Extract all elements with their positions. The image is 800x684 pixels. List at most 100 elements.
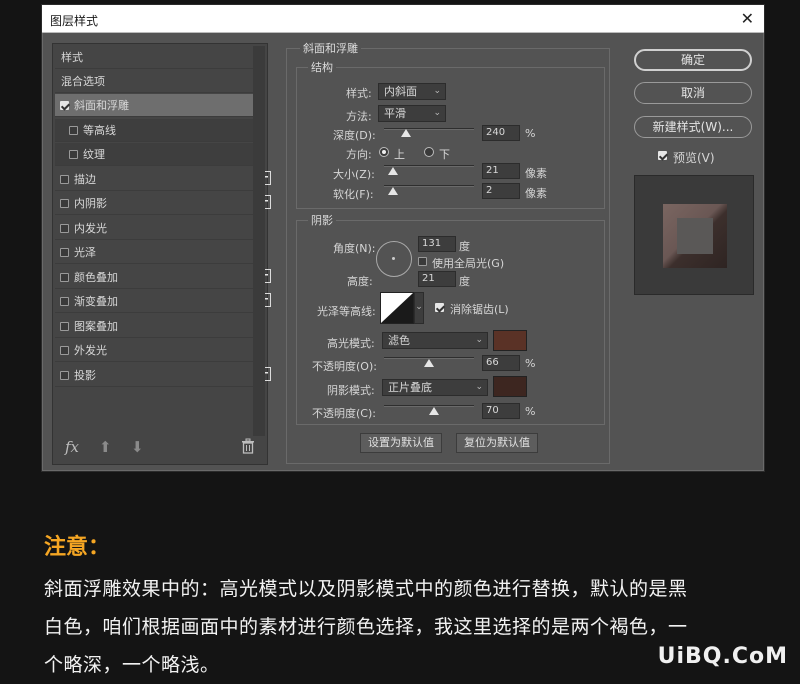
style-item-checkbox[interactable]	[60, 101, 69, 110]
preview-label: 预览(V)	[673, 151, 715, 165]
fx-icon[interactable]: fx	[65, 438, 79, 456]
style-item-checkbox[interactable]	[60, 370, 69, 380]
set-default-button[interactable]: 设置为默认值	[360, 433, 442, 453]
direction-down-label: 下	[439, 148, 450, 161]
direction-up-radio[interactable]	[379, 147, 389, 157]
gloss-contour-dropdown-icon[interactable]: ⌄	[414, 292, 424, 324]
technique-select[interactable]: 平滑 ⌄	[378, 105, 446, 122]
depth-unit: %	[525, 127, 536, 140]
shadow-mode-select[interactable]: 正片叠底 ⌄	[382, 379, 488, 396]
highlight-opacity-label: 不透明度(O):	[312, 360, 377, 373]
highlight-opacity-thumb[interactable]	[424, 359, 434, 367]
highlight-opacity-input[interactable]: 66	[482, 355, 520, 371]
shadow-color-swatch[interactable]	[493, 376, 527, 397]
highlight-mode-value: 滤色	[388, 334, 410, 347]
altitude-input[interactable]: 21	[418, 271, 456, 287]
antialias-checkbox[interactable]	[435, 303, 444, 312]
preview-swatch	[663, 204, 727, 268]
chevron-down-icon: ⌄	[475, 335, 483, 345]
gloss-contour-label: 光泽等高线:	[317, 305, 376, 318]
highlight-color-swatch[interactable]	[493, 330, 527, 351]
altitude-unit: 度	[459, 275, 470, 288]
style-item[interactable]: 投影+	[55, 364, 271, 387]
style-item[interactable]: 内阴影+	[55, 192, 271, 215]
style-item-checkbox[interactable]	[60, 346, 69, 355]
ok-button[interactable]: 确定	[634, 49, 752, 71]
depth-slider-thumb[interactable]	[400, 129, 411, 137]
shadow-opacity-label: 不透明度(C):	[312, 407, 376, 420]
style-item[interactable]: 光泽	[55, 241, 253, 264]
size-input[interactable]: 21	[482, 163, 520, 179]
angle-dial-center	[392, 257, 395, 260]
reset-default-button[interactable]: 复位为默认值	[456, 433, 538, 453]
angle-input[interactable]: 131	[418, 236, 456, 252]
move-up-icon[interactable]: ⬆	[99, 438, 112, 456]
style-select-value: 内斜面	[384, 85, 417, 98]
title-bar: 图层样式 ✕	[42, 5, 764, 33]
gloss-contour-thumbnail[interactable]	[380, 292, 414, 324]
style-item[interactable]: 渐变叠加+	[55, 290, 271, 313]
style-item-checkbox[interactable]	[60, 199, 69, 208]
soften-input[interactable]: 2	[482, 183, 520, 199]
trash-icon[interactable]	[241, 438, 255, 458]
style-item-label: 等高线	[83, 123, 116, 137]
chevron-down-icon: ⌄	[433, 86, 441, 96]
style-item-label: 内阴影	[74, 197, 107, 210]
style-item-label: 颜色叠加	[74, 270, 118, 284]
shading-title: 阴影	[308, 212, 336, 228]
angle-dial[interactable]	[376, 241, 412, 277]
note-line-2: 白色，咱们根据画面中的素材进行颜色选择，我这里选择的是两个褐色，一	[44, 616, 688, 638]
style-item-checkbox[interactable]	[60, 272, 69, 282]
style-item-checkbox[interactable]	[60, 223, 69, 233]
move-down-icon[interactable]: ⬇	[131, 438, 144, 456]
style-item-label: 斜面和浮雕	[74, 99, 129, 112]
shadow-opacity-thumb[interactable]	[428, 407, 439, 415]
style-item-checkbox[interactable]	[69, 150, 78, 159]
style-item[interactable]: 图案叠加	[55, 315, 253, 338]
highlight-opacity-unit: %	[525, 357, 536, 370]
watermark-logo: UiBQ.CoM	[657, 644, 788, 669]
close-icon[interactable]: ✕	[741, 9, 754, 28]
style-item-checkbox[interactable]	[60, 297, 69, 306]
preview-checkbox[interactable]	[658, 151, 667, 160]
styles-header[interactable]: 样式	[55, 46, 253, 69]
chevron-down-icon: ⌄	[433, 108, 441, 118]
style-item[interactable]: 内发光	[55, 217, 253, 240]
highlight-mode-select[interactable]: 滤色 ⌄	[382, 332, 488, 349]
style-item-checkbox[interactable]	[69, 125, 78, 135]
style-item[interactable]: 纹理	[55, 143, 253, 166]
style-label: 样式:	[346, 87, 372, 100]
style-item[interactable]: 斜面和浮雕	[55, 94, 253, 117]
cancel-button[interactable]: 取消	[634, 82, 752, 104]
style-item-checkbox[interactable]	[60, 174, 69, 184]
style-item-label: 光泽	[74, 246, 96, 259]
shadow-opacity-unit: %	[525, 405, 536, 418]
shadow-opacity-input[interactable]: 70	[482, 403, 520, 419]
size-unit: 像素	[525, 167, 547, 180]
shadow-mode-label: 阴影模式:	[327, 384, 375, 397]
styles-header-label: 样式	[61, 51, 83, 64]
style-item[interactable]: 外发光	[55, 339, 253, 362]
note-heading: 注意：	[44, 535, 111, 560]
style-item[interactable]: 等高线	[55, 118, 253, 142]
style-item[interactable]: 颜色叠加+	[55, 266, 271, 289]
dialog-title: 图层样式	[50, 14, 99, 28]
styles-list-panel: 样式 混合选项 斜面和浮雕等高线纹理描边+内阴影+ 内发光光泽颜色叠加+渐变叠加+…	[52, 43, 271, 465]
style-item-checkbox[interactable]	[60, 321, 69, 331]
depth-slider-track[interactable]	[384, 128, 474, 130]
style-select[interactable]: 内斜面 ⌄	[378, 83, 446, 100]
style-item-checkbox[interactable]	[60, 248, 69, 257]
blend-options-item[interactable]: 混合选项	[55, 70, 253, 93]
global-light-checkbox[interactable]	[418, 257, 427, 266]
direction-up-label: 上	[394, 148, 405, 161]
new-style-button[interactable]: 新建样式(W)...	[634, 116, 752, 138]
style-item[interactable]: 描边+	[55, 168, 271, 191]
altitude-label: 高度:	[347, 275, 373, 288]
list-scrollbar[interactable]	[253, 46, 265, 436]
direction-down-radio[interactable]	[424, 147, 434, 157]
angle-label: 角度(N):	[333, 242, 376, 255]
size-slider-thumb[interactable]	[388, 167, 398, 175]
soften-slider-thumb[interactable]	[388, 187, 398, 195]
style-item-label: 纹理	[83, 148, 105, 161]
depth-input[interactable]: 240	[482, 125, 520, 141]
